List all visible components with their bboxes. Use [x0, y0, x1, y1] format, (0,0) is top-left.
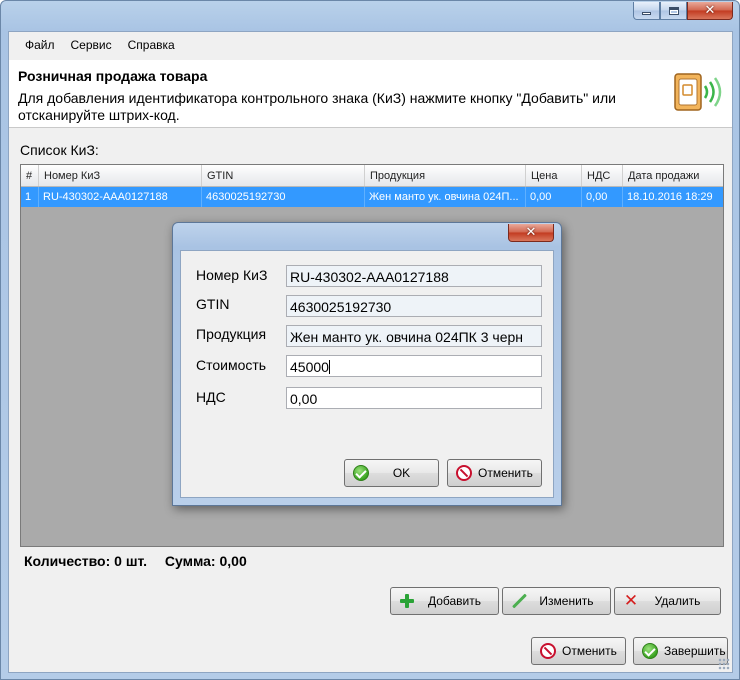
dialog-cancel-button[interactable]: Отменить — [447, 459, 542, 487]
dialog-cancel-label: Отменить — [478, 466, 533, 480]
ok-button[interactable]: OK — [344, 459, 439, 487]
minimize-icon — [642, 12, 651, 15]
column-header-kiz[interactable]: Номер КиЗ — [39, 165, 202, 186]
add-button[interactable]: Добавить — [390, 587, 499, 615]
delete-button[interactable]: ✕ Удалить — [614, 587, 721, 615]
close-icon: ✕ — [704, 3, 716, 18]
no-entry-icon — [456, 465, 472, 481]
vat-field[interactable]: 0,00 — [286, 387, 542, 409]
cell-product: Жен манто ук. овчина 024П... — [365, 187, 526, 207]
menu-file[interactable]: Файл — [17, 38, 63, 52]
finish-button-label: Завершить — [664, 644, 726, 658]
menu-service[interactable]: Сервис — [63, 38, 120, 52]
totals-bar: Количество: 0 шт. Сумма: 0,00 — [24, 553, 261, 569]
kiz-list-label: Список КиЗ: — [20, 142, 99, 158]
cancel-button[interactable]: Отменить — [531, 637, 626, 665]
column-header-date[interactable]: Дата продажи — [623, 165, 723, 186]
product-field[interactable]: Жен манто ук. овчина 024ПК 3 черн — [286, 325, 542, 347]
edit-kiz-dialog: ✕ Номер КиЗ RU-430302-AAA0127188 GTIN 46… — [172, 222, 562, 506]
rfid-tag-icon — [674, 73, 722, 111]
title-bar[interactable]: ✕ — [1, 1, 739, 31]
quantity-total: Количество: 0 шт. — [24, 553, 148, 569]
edit-button[interactable]: Изменить — [502, 587, 611, 615]
pencil-icon — [511, 593, 527, 609]
cell-price: 0,00 — [526, 187, 582, 207]
close-button[interactable]: ✕ — [687, 2, 733, 20]
menu-bar: Файл Сервис Справка — [9, 32, 732, 58]
column-header-price[interactable]: Цена — [526, 165, 582, 186]
table-row[interactable]: 1 RU-430302-AAA0127188 4630025192730 Жен… — [21, 187, 723, 207]
sum-total: Сумма: 0,00 — [164, 553, 247, 569]
column-header-gtin[interactable]: GTIN — [202, 165, 365, 186]
cost-field[interactable]: 45000 — [286, 355, 542, 377]
cell-date: 18.10.2016 18:29 — [627, 191, 713, 203]
dialog-close-button[interactable]: ✕ — [508, 224, 554, 242]
cell-kiz: RU-430302-AAA0127188 — [39, 187, 202, 207]
add-button-label: Добавить — [427, 594, 482, 608]
cancel-button-label: Отменить — [562, 644, 617, 658]
cost-field-value: 45000 — [290, 359, 329, 375]
kiz-field[interactable]: RU-430302-AAA0127188 — [286, 265, 542, 287]
delete-button-label: Удалить — [654, 594, 701, 608]
cost-field-label: Стоимость — [196, 357, 267, 373]
table-header: # Номер КиЗ GTIN Продукция Цена НДС Дата… — [21, 165, 723, 187]
no-entry-icon — [540, 643, 556, 659]
vat-field-label: НДС — [196, 389, 226, 405]
header-panel: Розничная продажа товара Для добавления … — [9, 60, 732, 128]
page-title: Розничная продажа товара — [18, 68, 208, 84]
gtin-field-label: GTIN — [196, 296, 230, 312]
page-description: Для добавления идентификатора контрольно… — [18, 90, 616, 123]
ok-button-label: OK — [392, 466, 411, 480]
gtin-field[interactable]: 4630025192730 — [286, 295, 542, 317]
caption-buttons: ✕ — [633, 2, 733, 20]
cell-vat: 0,00 — [582, 187, 623, 207]
minimize-button[interactable] — [633, 2, 660, 20]
check-icon — [353, 465, 369, 481]
column-header-num[interactable]: # — [21, 165, 39, 186]
close-icon: ✕ — [525, 225, 537, 240]
cell-gtin: 4630025192730 — [202, 187, 365, 207]
cell-num: 1 — [21, 187, 39, 207]
kiz-field-label: Номер КиЗ — [196, 267, 268, 283]
maximize-button[interactable] — [660, 2, 687, 20]
edit-button-label: Изменить — [539, 594, 594, 608]
maximize-icon — [668, 6, 679, 15]
column-header-product[interactable]: Продукция — [365, 165, 526, 186]
text-caret — [328, 360, 330, 374]
finish-button[interactable]: Завершить — [633, 637, 728, 665]
product-field-label: Продукция — [196, 326, 267, 342]
resize-grip[interactable] — [718, 658, 730, 670]
column-header-vat[interactable]: НДС — [582, 165, 623, 186]
plus-icon — [399, 593, 415, 609]
delete-x-icon: ✕ — [623, 591, 639, 611]
menu-help[interactable]: Справка — [120, 38, 183, 52]
check-icon — [642, 643, 658, 659]
